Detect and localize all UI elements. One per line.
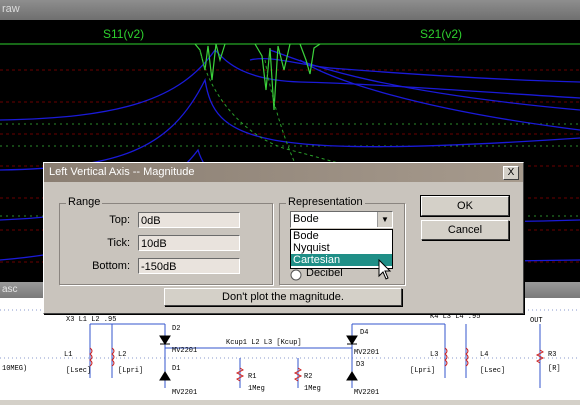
green-traces: [194, 43, 321, 111]
sch-label: MV2201: [354, 389, 379, 397]
option-bode[interactable]: Bode: [291, 230, 392, 242]
sch-label: 1Meg: [304, 385, 321, 393]
sch-label: R2: [304, 373, 312, 381]
dialog-title-bar[interactable]: Left Vertical Axis -- Magnitude X: [44, 163, 523, 182]
top-label: Top:: [109, 214, 130, 226]
close-button[interactable]: X: [503, 166, 519, 180]
chevron-down-icon[interactable]: ▼: [377, 212, 392, 227]
sch-label: K4 L3 L4 .95: [430, 313, 480, 321]
sch-label: L3: [430, 351, 438, 359]
dialog-title: Left Vertical Axis -- Magnitude: [49, 166, 195, 178]
sch-label: OUT: [530, 317, 543, 325]
sch-label: R3: [548, 351, 556, 359]
bottom-label: Bottom:: [92, 260, 130, 272]
decibel-radio[interactable]: [290, 268, 302, 281]
representation-select[interactable]: Bode ▼: [290, 211, 393, 228]
representation-group-label: Representation: [286, 196, 365, 208]
sch-label: MV2201: [354, 349, 379, 357]
trace-label-s11: S11(v2): [103, 27, 144, 41]
top-field[interactable]: 0dB: [138, 212, 240, 228]
representation-selected: Bode: [293, 213, 319, 225]
schematic-title: asc: [2, 284, 18, 295]
mouse-cursor-icon: [378, 259, 392, 280]
sch-label: L2: [118, 351, 126, 359]
sch-label: D2: [172, 325, 180, 333]
sch-label: R1: [248, 373, 256, 381]
sch-label: [R]: [548, 365, 561, 373]
option-nyquist[interactable]: Nyquist: [291, 242, 392, 254]
sch-label: [Lsec]: [480, 367, 505, 375]
dont-plot-button[interactable]: Don't plot the magnitude.: [164, 288, 402, 306]
bottom-field[interactable]: -150dB: [138, 258, 240, 274]
sch-label: D4: [360, 329, 368, 337]
sch-label: MV2201: [172, 389, 197, 397]
range-group-label: Range: [66, 196, 103, 208]
cancel-button[interactable]: Cancel: [421, 220, 509, 240]
sch-label: [Lpri]: [410, 367, 435, 375]
tick-field[interactable]: 10dB: [138, 235, 240, 251]
sch-label: L4: [480, 351, 488, 359]
tick-label: Tick:: [107, 237, 130, 249]
sch-label: Kcup1 L2 L3 [Kcup]: [226, 339, 302, 347]
window-title-bar: raw: [0, 0, 580, 20]
sch-label: 10MEG): [2, 365, 27, 373]
sch-label: D1: [172, 365, 180, 373]
ok-button[interactable]: OK: [420, 195, 510, 217]
sch-label: L1: [64, 351, 72, 359]
sch-label: 1Meg: [248, 385, 265, 393]
trace-label-s21: S21(v2): [420, 27, 462, 41]
sch-label: D3: [356, 361, 364, 369]
option-cartesian[interactable]: Cartesian: [291, 254, 392, 266]
window-title: raw: [2, 3, 20, 15]
axis-dialog: Left Vertical Axis -- Magnitude X Range …: [43, 162, 524, 314]
sch-label: [Lsec]: [66, 367, 91, 375]
sch-label: X3 L1 L2 .95: [66, 316, 116, 324]
sch-label: [Lpri]: [118, 367, 143, 375]
sch-label: MV2201: [172, 347, 197, 355]
